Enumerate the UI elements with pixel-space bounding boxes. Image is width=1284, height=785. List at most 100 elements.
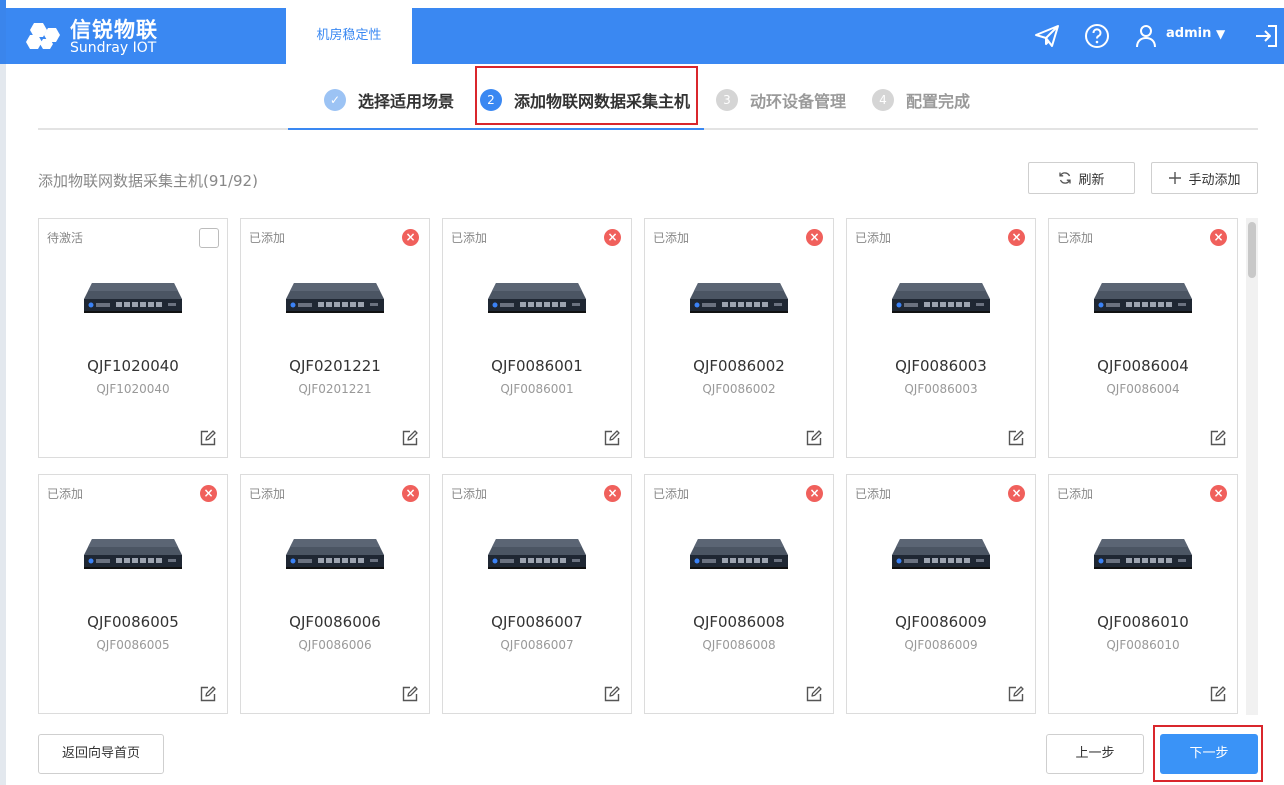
remove-icon[interactable]: × bbox=[1008, 229, 1025, 246]
device-image bbox=[688, 281, 790, 321]
device-serial: QJF0086005 bbox=[96, 638, 170, 652]
device-card[interactable]: 已添加 × QJF0086007 QJF0086007 bbox=[442, 474, 632, 714]
device-name: QJF0086001 bbox=[491, 357, 583, 375]
edit-icon[interactable] bbox=[1209, 685, 1227, 703]
manual-add-button[interactable]: 手动添加 bbox=[1151, 162, 1258, 194]
refresh-button[interactable]: 刷新 bbox=[1028, 162, 1135, 194]
device-image bbox=[82, 281, 184, 321]
edit-icon[interactable] bbox=[401, 685, 419, 703]
refresh-icon bbox=[1059, 172, 1072, 184]
plus-icon bbox=[1169, 172, 1182, 184]
select-checkbox[interactable] bbox=[199, 228, 219, 248]
edit-icon[interactable] bbox=[401, 429, 419, 447]
chevron-down-icon[interactable]: ▼ bbox=[1216, 27, 1225, 41]
card-status: 已添加 bbox=[451, 231, 488, 245]
highlight-box-step-2 bbox=[475, 66, 698, 125]
remove-icon[interactable]: × bbox=[806, 229, 823, 246]
device-card[interactable]: 已添加 × QJF0086001 QJF0086001 bbox=[442, 218, 632, 458]
page: 信锐物联 Sundray IOT 机房稳定性 admin ▼ ✓ 选择适用场景 … bbox=[0, 0, 1284, 785]
remove-icon[interactable]: × bbox=[604, 229, 621, 246]
help-icon[interactable] bbox=[1083, 22, 1111, 50]
device-card[interactable]: 待激活 QJF1020040 QJF1020040 bbox=[38, 218, 228, 458]
card-status: 已添加 bbox=[451, 487, 488, 501]
logo-hexagon-icon bbox=[26, 23, 60, 49]
check-icon: ✓ bbox=[324, 89, 346, 111]
device-card[interactable]: 已添加 × QJF0086008 QJF0086008 bbox=[644, 474, 834, 714]
device-serial: QJF0086009 bbox=[904, 638, 978, 652]
card-status: 已添加 bbox=[1057, 231, 1094, 245]
edit-icon[interactable] bbox=[199, 685, 217, 703]
device-card[interactable]: 已添加 × QJF0201221 QJF0201221 bbox=[240, 218, 430, 458]
top-header: 信锐物联 Sundray IOT 机房稳定性 admin ▼ bbox=[6, 8, 1284, 64]
edit-icon[interactable] bbox=[603, 429, 621, 447]
edit-icon[interactable] bbox=[1007, 685, 1025, 703]
device-serial: QJF0086010 bbox=[1106, 638, 1180, 652]
step-label: 配置完成 bbox=[906, 92, 971, 111]
edit-icon[interactable] bbox=[1007, 429, 1025, 447]
nav-tab-room-stability[interactable]: 机房稳定性 bbox=[286, 8, 412, 64]
step-1[interactable]: ✓ 选择适用场景 bbox=[324, 88, 454, 112]
remove-icon[interactable]: × bbox=[402, 485, 419, 502]
remove-icon[interactable]: × bbox=[402, 229, 419, 246]
device-card[interactable]: 已添加 × QJF0086010 QJF0086010 bbox=[1048, 474, 1238, 714]
device-image bbox=[486, 281, 588, 321]
device-name: QJF0086008 bbox=[693, 613, 785, 631]
section-title: 添加物联网数据采集主机(91/92) bbox=[38, 172, 258, 190]
device-serial: QJF0086002 bbox=[702, 382, 776, 396]
device-card[interactable]: 已添加 × QJF0086006 QJF0086006 bbox=[240, 474, 430, 714]
edit-icon[interactable] bbox=[805, 685, 823, 703]
device-serial: QJF1020040 bbox=[96, 382, 170, 396]
edit-icon[interactable] bbox=[1209, 429, 1227, 447]
device-serial: QJF0086004 bbox=[1106, 382, 1180, 396]
device-serial: QJF0086008 bbox=[702, 638, 776, 652]
previous-step-button[interactable]: 上一步 bbox=[1046, 734, 1144, 774]
user-icon[interactable] bbox=[1132, 22, 1160, 50]
card-status: 已添加 bbox=[653, 231, 690, 245]
device-serial: QJF0086006 bbox=[298, 638, 372, 652]
step-4[interactable]: 4 配置完成 bbox=[872, 88, 970, 112]
remove-icon[interactable]: × bbox=[1210, 229, 1227, 246]
brand-logo[interactable]: 信锐物联 Sundray IOT bbox=[24, 12, 204, 60]
device-card[interactable]: 已添加 × QJF0086004 QJF0086004 bbox=[1048, 218, 1238, 458]
remove-icon[interactable]: × bbox=[1008, 485, 1025, 502]
device-serial: QJF0086001 bbox=[500, 382, 574, 396]
card-status: 已添加 bbox=[249, 231, 286, 245]
refresh-label: 刷新 bbox=[1078, 172, 1105, 188]
user-name[interactable]: admin bbox=[1166, 26, 1211, 41]
device-name: QJF1020040 bbox=[87, 357, 179, 375]
scrollbar-thumb[interactable] bbox=[1248, 222, 1256, 278]
brand-name-en: Sundray IOT bbox=[70, 40, 157, 56]
paper-plane-icon[interactable] bbox=[1033, 22, 1061, 50]
step-label: 选择适用场景 bbox=[358, 92, 455, 111]
device-card[interactable]: 已添加 × QJF0086005 QJF0086005 bbox=[38, 474, 228, 714]
edit-icon[interactable] bbox=[199, 429, 217, 447]
device-serial: QJF0201221 bbox=[298, 382, 372, 396]
device-card[interactable]: 已添加 × QJF0086009 QJF0086009 bbox=[846, 474, 1036, 714]
card-status: 已添加 bbox=[47, 487, 84, 501]
device-name: QJF0086005 bbox=[87, 613, 179, 631]
device-serial: QJF0086007 bbox=[500, 638, 574, 652]
device-image bbox=[284, 537, 386, 577]
device-name: QJF0086002 bbox=[693, 357, 785, 375]
device-card[interactable]: 已添加 × QJF0086002 QJF0086002 bbox=[644, 218, 834, 458]
step-3[interactable]: 3 动环设备管理 bbox=[716, 88, 846, 112]
remove-icon[interactable]: × bbox=[806, 485, 823, 502]
back-to-guide-button[interactable]: 返回向导首页 bbox=[38, 734, 164, 774]
card-status: 待激活 bbox=[47, 231, 84, 245]
edit-icon[interactable] bbox=[805, 429, 823, 447]
step-label: 动环设备管理 bbox=[750, 92, 847, 111]
remove-icon[interactable]: × bbox=[200, 485, 217, 502]
edit-icon[interactable] bbox=[603, 685, 621, 703]
manual-add-label: 手动添加 bbox=[1188, 172, 1241, 188]
remove-icon[interactable]: × bbox=[1210, 485, 1227, 502]
card-status: 已添加 bbox=[1057, 487, 1094, 501]
logout-icon[interactable] bbox=[1252, 22, 1280, 50]
grid-scrollbar[interactable] bbox=[1246, 218, 1258, 715]
step-number: 4 bbox=[872, 89, 894, 111]
device-name: QJF0086007 bbox=[491, 613, 583, 631]
remove-icon[interactable]: × bbox=[604, 485, 621, 502]
device-card[interactable]: 已添加 × QJF0086003 QJF0086003 bbox=[846, 218, 1036, 458]
device-image bbox=[284, 281, 386, 321]
device-image bbox=[890, 537, 992, 577]
device-name: QJF0086003 bbox=[895, 357, 987, 375]
